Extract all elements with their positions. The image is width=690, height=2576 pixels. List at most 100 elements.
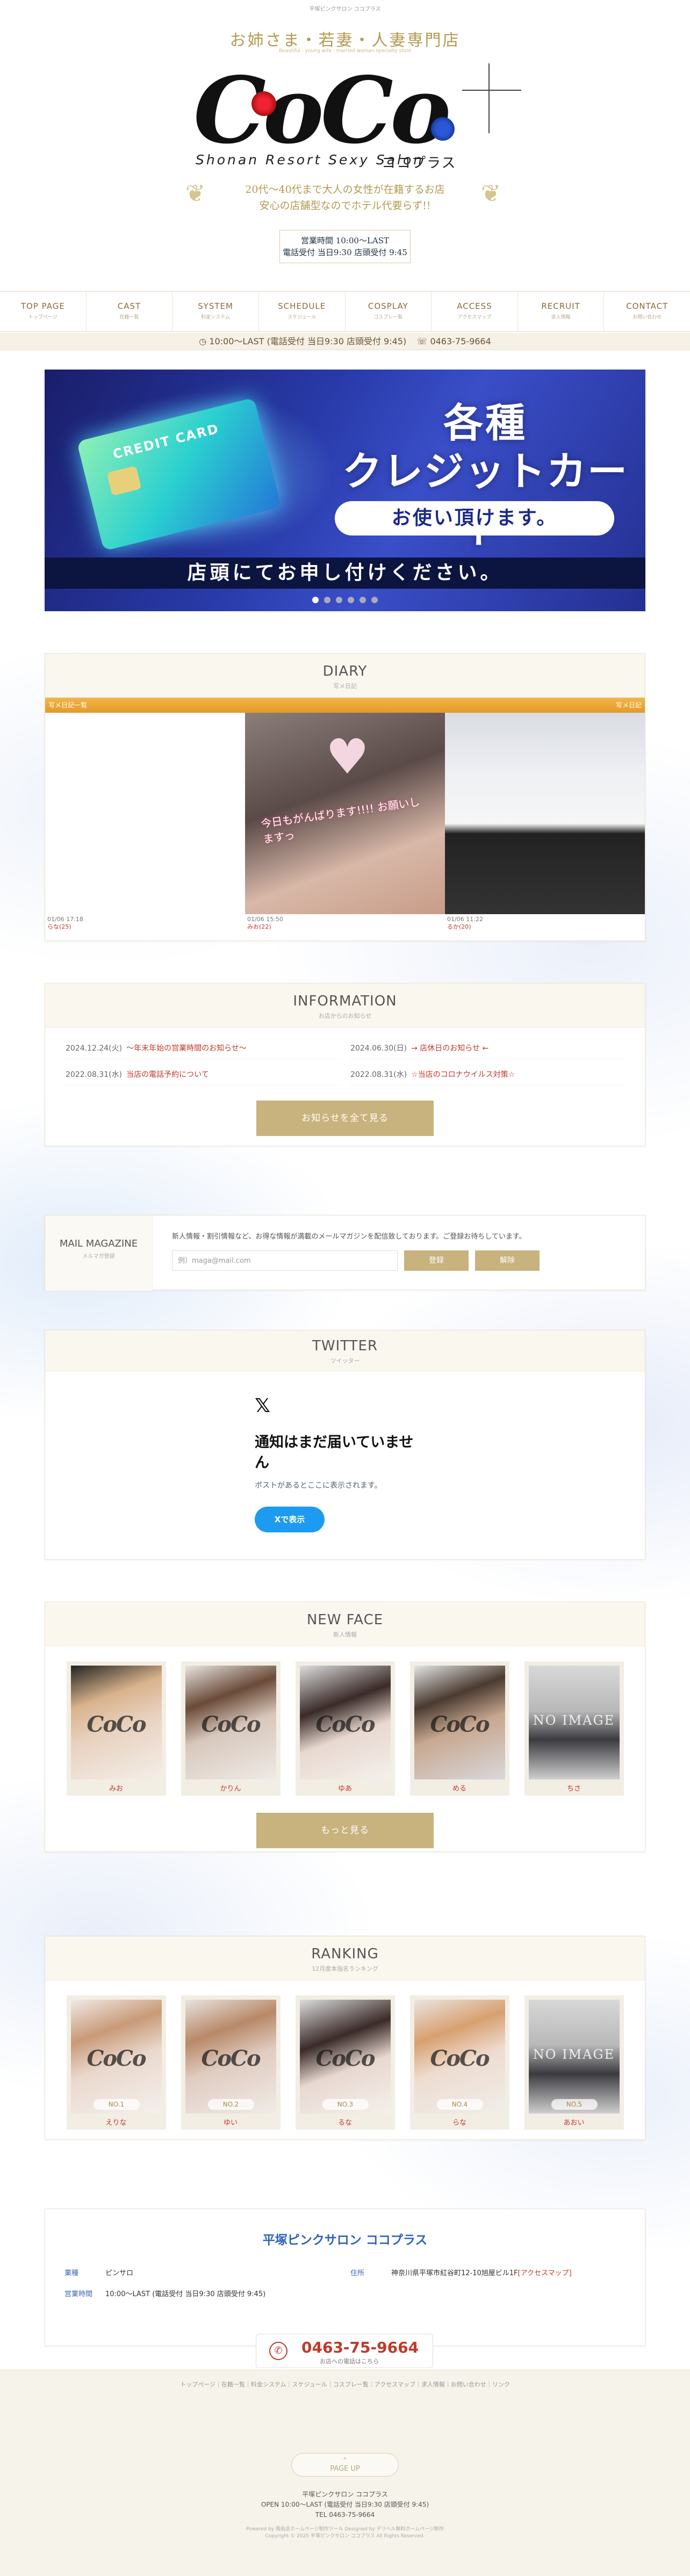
footer: トップページ｜在籍一覧｜料金システム｜スケジュール｜コスプレ一覧｜アクセスマップ… [0, 2370, 690, 2576]
banner-dot[interactable] [312, 597, 319, 603]
section-subtitle: メルマガ登録 [82, 1254, 115, 1260]
cast-card[interactable]: CoCo める [409, 1661, 509, 1796]
section-title: MAIL MAGAZINE [59, 1238, 138, 1249]
ranking-card[interactable]: NO IMAGE NO.5 あおい [524, 1995, 624, 2130]
nav-contact[interactable]: CONTACT お問い合わせ [604, 292, 690, 331]
cast-name[interactable]: あおい [529, 2117, 620, 2127]
diary-photo [45, 713, 245, 914]
diary-entry[interactable]: ♥ 今日もがんばります!!!! お願いしますっ 01/06 15:50 みお(22… [245, 713, 445, 932]
ranking-card[interactable]: CoCo NO.1 えりな [66, 1995, 166, 2130]
nav-sublabel: 料金システム [201, 315, 230, 320]
banner-dot[interactable] [324, 597, 330, 603]
diary-list-link[interactable]: 写メ日記一覧 [48, 698, 87, 713]
logo-watermark: CoCo [87, 2046, 146, 2071]
page-up-button[interactable]: ⌃ PAGE UP [291, 2453, 399, 2477]
main-banner[interactable]: CREDIT CARD 各種 クレジットカード お使い頂けます。 店頭にてお申し… [45, 370, 645, 611]
nav-recruit[interactable]: RECRUIT 求人情報 [518, 292, 605, 331]
banner-dot[interactable] [360, 597, 366, 603]
diary-link[interactable]: 写メ日記 [616, 698, 642, 713]
cast-name[interactable]: ゆあ [300, 1783, 391, 1793]
ranking-card[interactable]: CoCo NO.4 らな [409, 1995, 509, 2130]
no-image-label: NO IMAGE [533, 1713, 615, 1728]
cast-name[interactable]: める [414, 1783, 505, 1793]
footer-tel[interactable]: TEL 0463-75-9664 [0, 2510, 690, 2520]
info-date: 2024.06.30(日) [350, 1044, 407, 1053]
cast-name[interactable]: ゆい [185, 2117, 276, 2127]
shop-intro: 20代～40代まで大人の女性が在籍するお店 安心の店舗型なのでホテル代要らず!! [0, 182, 690, 214]
mail-email-input[interactable]: 例）maga@mail.com [172, 1250, 398, 1271]
logo-watermark: CoCo [430, 2046, 490, 2071]
cast-name[interactable]: かりん [185, 1783, 276, 1793]
cast-photo: CoCo [299, 1666, 391, 1779]
cast-photo: CoCo [414, 1666, 505, 1779]
global-nav: TOP PAGE トップページ CAST 在籍一覧 SYSTEM 料金システム SCH… [0, 291, 690, 332]
nav-label: RECRUIT [541, 301, 580, 311]
info-bar: ◷ 10:00～LAST (電話受付 当日9:30 店頭受付 9:45) ☏ 0… [0, 333, 690, 350]
info-bar-tel[interactable]: 0463-75-9664 [430, 336, 491, 346]
access-map-link[interactable]: [アクセスマップ] [518, 2267, 572, 2277]
tel-subtext: お店への電話はこちら [320, 2358, 379, 2365]
card-chip-icon [106, 465, 142, 496]
cast-card[interactable]: NO IMAGE ちさ [524, 1661, 624, 1796]
cast-name[interactable]: るな [300, 2117, 391, 2127]
section-subtitle: 写メ日記 [333, 683, 357, 690]
ranking-card[interactable]: CoCo NO.3 るな [295, 1995, 395, 2130]
cast-name[interactable]: らな [414, 2117, 505, 2127]
diary-author[interactable]: らな(25) [47, 923, 83, 931]
twitter-section: TWITTER ツイッター 𝕏 通知はまだ届いていません ポストがあるとここに表示… [45, 1330, 645, 1560]
banner-dot[interactable] [336, 597, 342, 603]
cast-card[interactable]: CoCo かりん [181, 1661, 281, 1796]
nav-label: ACCESS [457, 301, 492, 311]
info-item[interactable]: 2022.08.31(水) 当店の電話予約について [66, 1069, 340, 1086]
more-new-face-button[interactable]: もっと見る [256, 1813, 434, 1848]
diary-date: 01/06 11:22 [447, 916, 483, 923]
cast-card[interactable]: CoCo ゆあ [295, 1661, 395, 1796]
mail-register-button[interactable]: 登録 [404, 1250, 469, 1271]
banner-dot[interactable] [371, 597, 378, 603]
info-item[interactable]: 2024.12.24(火) ～年末年始の営業時間のお知らせ～ [66, 1043, 340, 1059]
mail-cancel-button[interactable]: 解除 [475, 1250, 540, 1271]
shop-logo[interactable]: CoCo Shonan Resort Sexy Salon ココプラス [188, 57, 521, 171]
rank-badge: NO.3 [322, 2099, 369, 2110]
logo-watermark: CoCo [315, 1712, 375, 1737]
tel-button[interactable]: ✆ 0463-75-9664 お店への電話はこちら [256, 2334, 433, 2368]
info-title[interactable]: → 店休日のお知らせ ← [411, 1044, 488, 1053]
cast-photo: CoCo NO.4 [414, 2000, 505, 2114]
nav-schedule[interactable]: SCHEDULE スケジュール [259, 292, 346, 331]
footer-links[interactable]: トップページ｜在籍一覧｜料金システム｜スケジュール｜コスプレ一覧｜アクセスマップ… [0, 2370, 690, 2389]
info-title[interactable]: ～年末年始の営業時間のお知らせ～ [126, 1044, 247, 1053]
logo-kana: ココプラス [382, 155, 457, 171]
nav-cast[interactable]: CAST 在籍一覧 [87, 292, 173, 331]
ranking-card[interactable]: CoCo NO.2 ゆい [181, 1995, 281, 2130]
cast-name[interactable]: えりな [71, 2117, 162, 2127]
diary-author[interactable]: るか(20) [447, 923, 483, 931]
cast-card[interactable]: CoCo みお [66, 1661, 166, 1796]
nav-sublabel: お問い合わせ [632, 315, 662, 320]
info-date: 2024.12.24(火) [66, 1044, 123, 1053]
intro-line-1: 20代～40代まで大人の女性が在籍するお店 [245, 184, 445, 196]
diary-entry[interactable]: 01/06 11:22 るか(20) [445, 713, 645, 932]
diary-author[interactable]: みお(22) [247, 923, 283, 931]
diary-entry[interactable]: 01/06 17:18 らな(25) [45, 713, 245, 932]
cast-name[interactable]: ちさ [529, 1783, 620, 1793]
nav-top[interactable]: TOP PAGE トップページ [0, 292, 87, 331]
banner-dot[interactable] [348, 597, 354, 603]
info-item[interactable]: 2022.08.31(水) ☆当店のコロナウイルス対策☆ [350, 1069, 624, 1086]
info-item[interactable]: 2024.06.30(日) → 店休日のお知らせ ← [350, 1043, 624, 1059]
nav-cosplay[interactable]: COSPLAY コスプレ一覧 [346, 292, 432, 331]
nav-system[interactable]: SYSTEM 料金システム [172, 292, 259, 331]
hours-value: 10:00～LAST (電話受付 当日9:30 店頭受付 9:45) [105, 2290, 266, 2298]
nav-access[interactable]: ACCESS アクセスマップ [432, 292, 518, 331]
nav-label: COSPLAY [368, 301, 408, 311]
diary-photo [445, 713, 645, 914]
info-title[interactable]: ☆当店のコロナウイルス対策☆ [411, 1070, 515, 1079]
shop-info-section: 平塚ピンクサロン ココプラス 業種 ピンサロ 営業時間 10:00～LAST (電話… [45, 2209, 645, 2368]
banner-pagination [45, 595, 645, 605]
all-info-button[interactable]: お知らせを全て見る [256, 1101, 434, 1136]
cast-photo: NO IMAGE [528, 1666, 620, 1779]
info-title[interactable]: 当店の電話予約について [126, 1070, 209, 1079]
nav-sublabel: アクセスマップ [457, 315, 492, 320]
top-note: 平塚ピンクサロン ココプラス [309, 6, 381, 12]
view-on-x-button[interactable]: Xで表示 [255, 1507, 325, 1532]
cast-name[interactable]: みお [71, 1783, 162, 1793]
